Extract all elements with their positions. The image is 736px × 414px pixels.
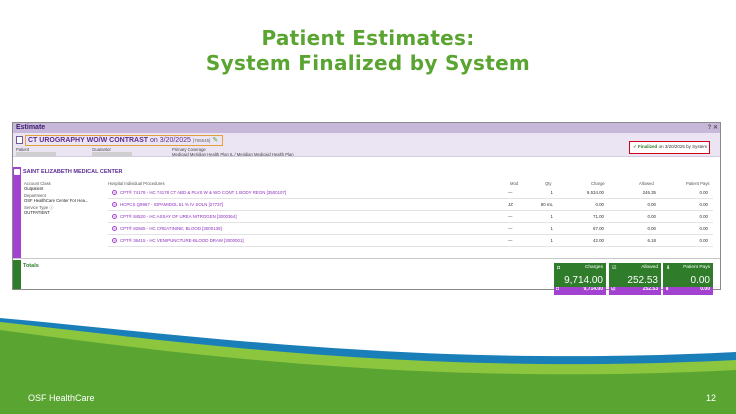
edit-pencil-icon[interactable]: ✎	[212, 137, 218, 144]
total-patient-label: Patient Pays	[683, 265, 710, 270]
procedure-desc[interactable]: CPT® 36415 - HC VENIPUNCTURE-BLOOD DRAW …	[120, 236, 244, 246]
procedure-qty: 1	[550, 226, 553, 231]
totals-section: Totals ◘ Charges 9,714.00 ☑ Allowed 252.…	[13, 260, 720, 289]
window-controls[interactable]: ? ✕	[708, 123, 718, 133]
status-detail: on 3/20/2025 by System	[658, 144, 708, 149]
expand-icon[interactable]: +	[112, 202, 117, 207]
total-patient-value: 0.00	[690, 275, 710, 286]
estimate-date: on 3/20/2025	[150, 137, 191, 144]
col-charge: Charge	[591, 181, 605, 186]
procedure-patient-pays: 0.00	[699, 214, 708, 219]
slide-title: Patient Estimates: System Finalized by S…	[0, 26, 736, 76]
procedure-allowed: 0.00	[647, 214, 656, 219]
procedure-desc[interactable]: CPT® 82565 - HC CREATININE; BLOOD [30001…	[120, 224, 222, 234]
col-qty: Qty	[545, 181, 552, 186]
expand-icon[interactable]: +	[112, 214, 117, 219]
page-number: 12	[705, 393, 716, 403]
total-charges-box: ◘ Charges 9,714.00	[554, 263, 606, 287]
procedure-charge: 0.00	[595, 202, 604, 207]
procedure-mod: —	[508, 190, 513, 195]
procedure-row[interactable]: + CPT® 36415 - HC VENIPUNCTURE-BLOOD DRAW…	[108, 236, 713, 247]
expand-icon[interactable]: +	[112, 238, 117, 243]
procedure-qty: 1	[550, 214, 553, 219]
procedure-charge: 67.00	[593, 226, 604, 231]
procedure-mod: —	[508, 214, 513, 219]
estimate-screenshot: Estimate ? ✕ CT UROGRAPHY WO/W CONTRAST …	[12, 122, 721, 295]
department-value: OSF HealthCare Center For Hea...	[24, 198, 89, 203]
col-mod: Mod	[510, 181, 519, 186]
procedure-patient-pays: 0.00	[699, 238, 708, 243]
total-charges-label: Charges	[584, 265, 603, 270]
procedure-allowed: 246.35	[642, 190, 656, 195]
estimate-window-header: Estimate ? ✕	[13, 123, 720, 133]
total-allowed-box: ☑ Allowed 252.53	[609, 263, 661, 287]
col-patient-pays: Patient Pays	[686, 181, 710, 186]
expand-icon[interactable]: +	[112, 226, 117, 231]
procedure-desc[interactable]: CPT® 74178 - HC 74178 CT ABD & PLVS W & …	[120, 188, 286, 198]
procedure-mod: JZ	[508, 202, 513, 207]
coverage-value: Medicaid Meridian Health Plan IL / Merid…	[172, 152, 294, 157]
money-icon: ◘	[557, 265, 561, 271]
footer-org: OSF HealthCare	[28, 393, 95, 403]
footer-wave	[0, 318, 736, 414]
hospital-icon	[14, 169, 20, 175]
hospital-info: Account Class Outpatient Department OSF …	[24, 181, 88, 217]
hospital-section: SAINT ELIZABETH MEDICAL CENTER Account C…	[13, 167, 720, 295]
procedure-patient-pays: 0.00	[699, 226, 708, 231]
total-charges-value: 9,714.00	[564, 275, 603, 286]
procedure-allowed: 0.00	[647, 226, 656, 231]
procedure-row[interactable]: + CPT® 84520 - HC ASSAY OF UREA NITROGEN …	[108, 212, 713, 223]
estimate-summary: CT UROGRAPHY WO/W CONTRAST on 3/20/2025 …	[13, 133, 720, 157]
procedure-mod: —	[508, 238, 513, 243]
allowed-icon: ☑	[612, 265, 617, 271]
estimate-title[interactable]: CT UROGRAPHY WO/W CONTRAST on 3/20/2025 …	[25, 135, 223, 146]
totals-bar	[13, 260, 21, 289]
person-icon: ⬇	[666, 265, 671, 271]
hospital-name: SAINT ELIZABETH MEDICAL CENTER	[23, 169, 123, 175]
guarantor-value-redacted	[92, 152, 132, 156]
procedure-row[interactable]: + CPT® 82565 - HC CREATININE; BLOOD [3000…	[108, 224, 713, 235]
checkmark-icon: ✓	[633, 144, 637, 149]
hospital-bar	[13, 167, 21, 258]
window-title: Estimate	[16, 124, 46, 131]
procedure-charge: 71.00	[593, 214, 604, 219]
totals-label: Totals	[23, 263, 39, 269]
procedure-mod: —	[508, 226, 513, 231]
procedure-allowed: 0.00	[647, 202, 656, 207]
slide-title-line1: Patient Estimates:	[261, 26, 475, 50]
procedure-charge: 9,534.00	[586, 190, 604, 195]
slide-title-line2: System Finalized by System	[205, 51, 531, 75]
total-allowed-value: 252.53	[627, 275, 658, 286]
procedure-qty: 1	[550, 238, 553, 243]
status-badge: ✓ Finalized on 3/20/2025 by System	[629, 141, 710, 154]
procedure-row[interactable]: + CPT® 74178 - HC 74178 CT ABD & PLVS W &…	[108, 188, 713, 199]
total-patient-box: ⬇ Patient Pays 0.00	[663, 263, 713, 287]
estimate-name: CT UROGRAPHY WO/W CONTRAST	[28, 137, 149, 144]
procedure-charge: 42.00	[593, 238, 604, 243]
patient-value-redacted	[16, 152, 56, 156]
status-finalized: Finalized	[638, 144, 658, 149]
expand-icon[interactable]: +	[112, 190, 117, 195]
total-allowed-label: Allowed	[641, 265, 658, 270]
account-class-value: Outpatient	[24, 186, 44, 191]
procedure-desc[interactable]: CPT® 84520 - HC ASSAY OF UREA NITROGEN […	[120, 212, 237, 222]
procedure-allowed: 6.18	[647, 238, 656, 243]
procedure-patient-pays: 0.00	[699, 190, 708, 195]
procedure-patient-pays: 0.00	[699, 202, 708, 207]
col-allowed: Allowed	[639, 181, 654, 186]
document-icon	[16, 136, 23, 144]
service-type-value: OUTPATIENT	[24, 210, 50, 215]
procedure-qty: 80 mL	[540, 202, 553, 207]
procedure-qty: 1	[550, 190, 553, 195]
estimate-id: [765545]	[192, 138, 211, 143]
col-procedures: Hospital Individual Procedures	[108, 181, 165, 186]
procedure-row[interactable]: + HCPCS Q9967 - IOPAMIDOL 61 % IV SOLN [2…	[108, 200, 713, 211]
procedure-desc[interactable]: HCPCS Q9967 - IOPAMIDOL 61 % IV SOLN [27…	[120, 200, 223, 210]
